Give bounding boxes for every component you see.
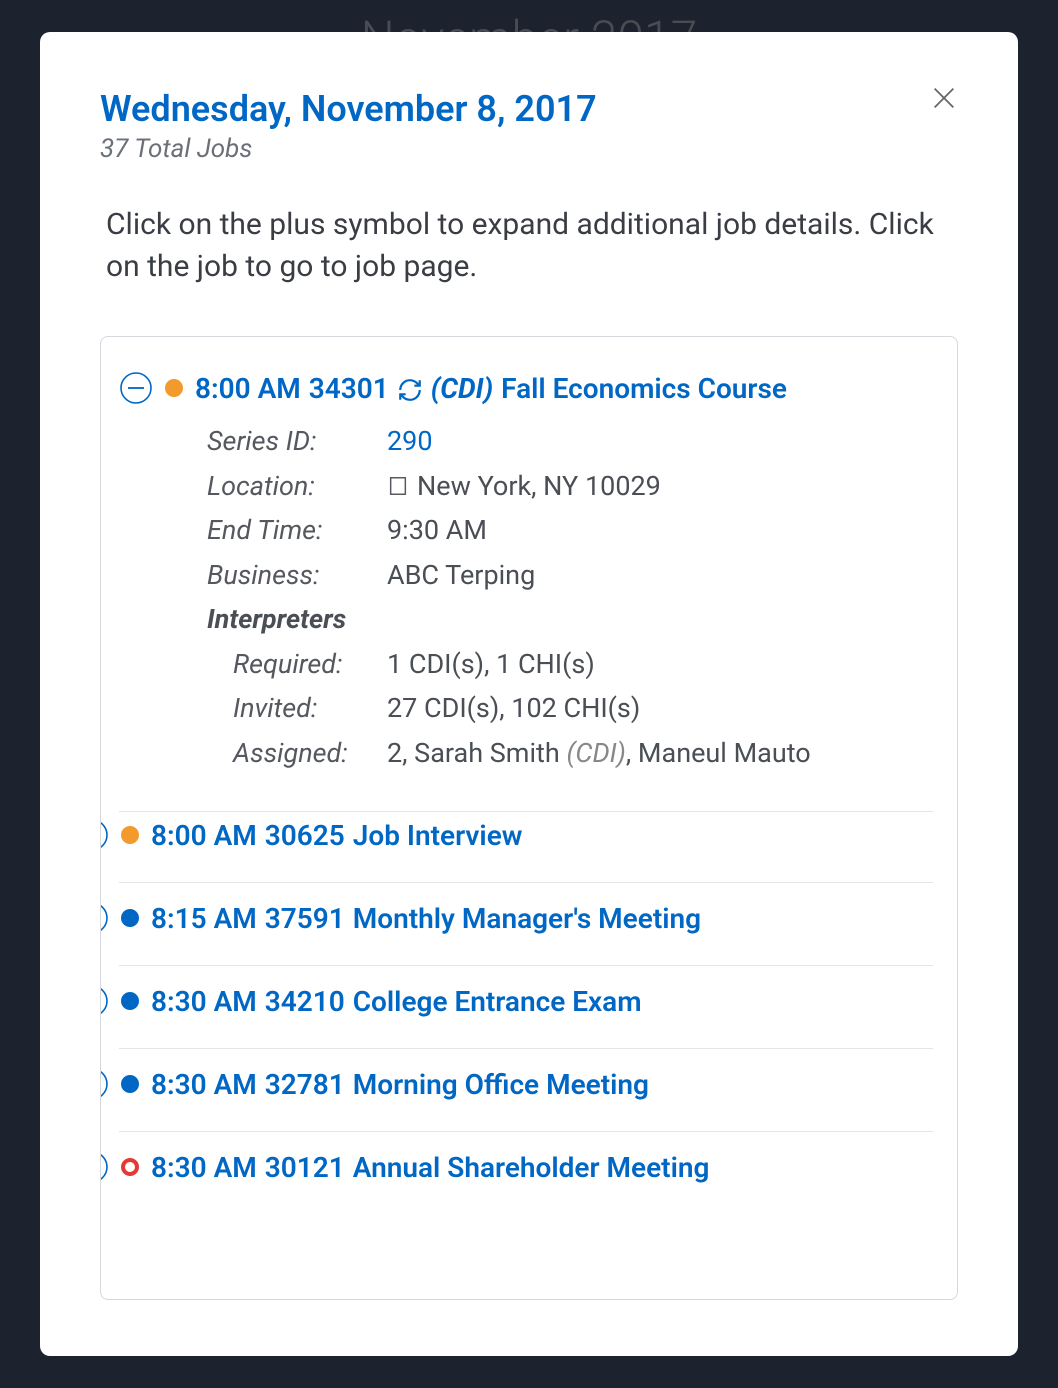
job-title-link[interactable]: 8:15 AM 37591 Monthly Manager's Meeting [151, 902, 701, 935]
building-icon [387, 466, 409, 488]
job-name: Job Interview [353, 819, 523, 852]
job-time: 8:30 AM [151, 1151, 257, 1184]
detail-label: Invited: [207, 686, 387, 731]
status-dot-icon [121, 826, 139, 844]
plus-circle-icon [101, 818, 109, 852]
detail-label: Required: [207, 642, 387, 687]
job-id: 30625 [265, 819, 345, 852]
job-name: College Entrance Exam [353, 985, 642, 1018]
minus-circle-icon [119, 371, 153, 405]
close-icon [930, 84, 958, 112]
job-time: 8:15 AM [151, 902, 257, 935]
modal-date-title: Wednesday, November 8, 2017 [100, 88, 958, 130]
expand-button[interactable] [101, 818, 109, 852]
job-id: 30121 [265, 1151, 345, 1184]
modal-subtitle: 37 Total Jobs [100, 134, 958, 164]
job-time: 8:00 AM [151, 819, 257, 852]
plus-circle-icon [101, 1150, 109, 1184]
job-row: 8:15 AM 37591 Monthly Manager's Meeting [119, 870, 933, 953]
job-details: Series ID: 290 Location: New York, NY 10… [207, 419, 933, 775]
job-time: 8:30 AM [151, 985, 257, 1018]
detail-label: Assigned: [207, 731, 387, 776]
job-name: Monthly Manager's Meeting [353, 902, 701, 935]
job-row: 8:00 AM 34301 (CDI) Fall Economics Cours… [119, 353, 933, 799]
assigned-text: , Maneul Mauto [626, 737, 811, 769]
collapse-button[interactable] [119, 371, 153, 405]
job-time: 8:00 AM [195, 372, 301, 405]
detail-value: New York, NY 10029 [387, 464, 661, 509]
plus-circle-icon [101, 1067, 109, 1101]
assigned-cdi: (CDI) [566, 737, 625, 769]
job-name: Annual Shareholder Meeting [353, 1151, 710, 1184]
expand-button[interactable] [101, 1067, 109, 1101]
job-row: 8:30 AM 32781 Morning Office Meeting [119, 1036, 933, 1119]
job-title-link[interactable]: 8:30 AM 30121 Annual Shareholder Meeting [151, 1151, 709, 1184]
job-id: 37591 [265, 902, 345, 935]
detail-value: ABC Terping [387, 553, 535, 598]
recurring-icon [397, 372, 423, 405]
plus-circle-icon [101, 901, 109, 935]
job-id: 32781 [265, 1068, 345, 1101]
status-dot-icon [121, 909, 139, 927]
job-id: 34301 [309, 372, 389, 405]
expand-button[interactable] [101, 984, 109, 1018]
status-dot-icon [121, 992, 139, 1010]
cdi-tag: (CDI) [431, 372, 493, 405]
plus-circle-icon [101, 984, 109, 1018]
job-name: Morning Office Meeting [353, 1068, 649, 1101]
expand-button[interactable] [101, 901, 109, 935]
detail-label: Location: [207, 464, 387, 509]
status-dot-icon [121, 1158, 139, 1176]
job-row: 8:00 AM 30625 Job Interview [119, 799, 933, 870]
status-dot-icon [165, 379, 183, 397]
jobs-scroll-area[interactable]: 8:00 AM 34301 (CDI) Fall Economics Cours… [101, 337, 957, 1299]
job-title-link[interactable]: 8:00 AM 34301 (CDI) Fall Economics Cours… [195, 372, 787, 405]
detail-label: End Time: [207, 508, 387, 553]
detail-label: Series ID: [207, 419, 387, 464]
detail-value: 9:30 AM [387, 508, 487, 553]
job-name: Fall Economics Course [501, 372, 787, 405]
job-row: 8:30 AM 30121 Annual Shareholder Meeting [119, 1119, 933, 1202]
detail-value: 27 CDI(s), 102 CHI(s) [387, 686, 640, 731]
job-title-link[interactable]: 8:00 AM 30625 Job Interview [151, 819, 522, 852]
detail-label: Business: [207, 553, 387, 598]
job-id: 34210 [265, 985, 345, 1018]
job-title-link[interactable]: 8:30 AM 34210 College Entrance Exam [151, 985, 642, 1018]
location-text: New York, NY 10029 [417, 470, 661, 502]
status-dot-icon [121, 1075, 139, 1093]
close-button[interactable] [926, 80, 962, 116]
interpreters-header: Interpreters [207, 597, 933, 642]
jobs-panel: 8:00 AM 34301 (CDI) Fall Economics Cours… [100, 336, 958, 1300]
expand-button[interactable] [101, 1150, 109, 1184]
modal-description: Click on the plus symbol to expand addit… [100, 204, 958, 288]
day-detail-modal: Wednesday, November 8, 2017 37 Total Job… [40, 32, 1018, 1356]
job-title-link[interactable]: 8:30 AM 32781 Morning Office Meeting [151, 1068, 649, 1101]
job-time: 8:30 AM [151, 1068, 257, 1101]
detail-value: 2, Sarah Smith (CDI), Maneul Mauto [387, 731, 811, 776]
job-row: 8:30 AM 34210 College Entrance Exam [119, 953, 933, 1036]
detail-value: 1 CDI(s), 1 CHI(s) [387, 642, 595, 687]
assigned-text: 2, Sarah Smith [387, 737, 566, 769]
series-id-link[interactable]: 290 [387, 419, 433, 464]
